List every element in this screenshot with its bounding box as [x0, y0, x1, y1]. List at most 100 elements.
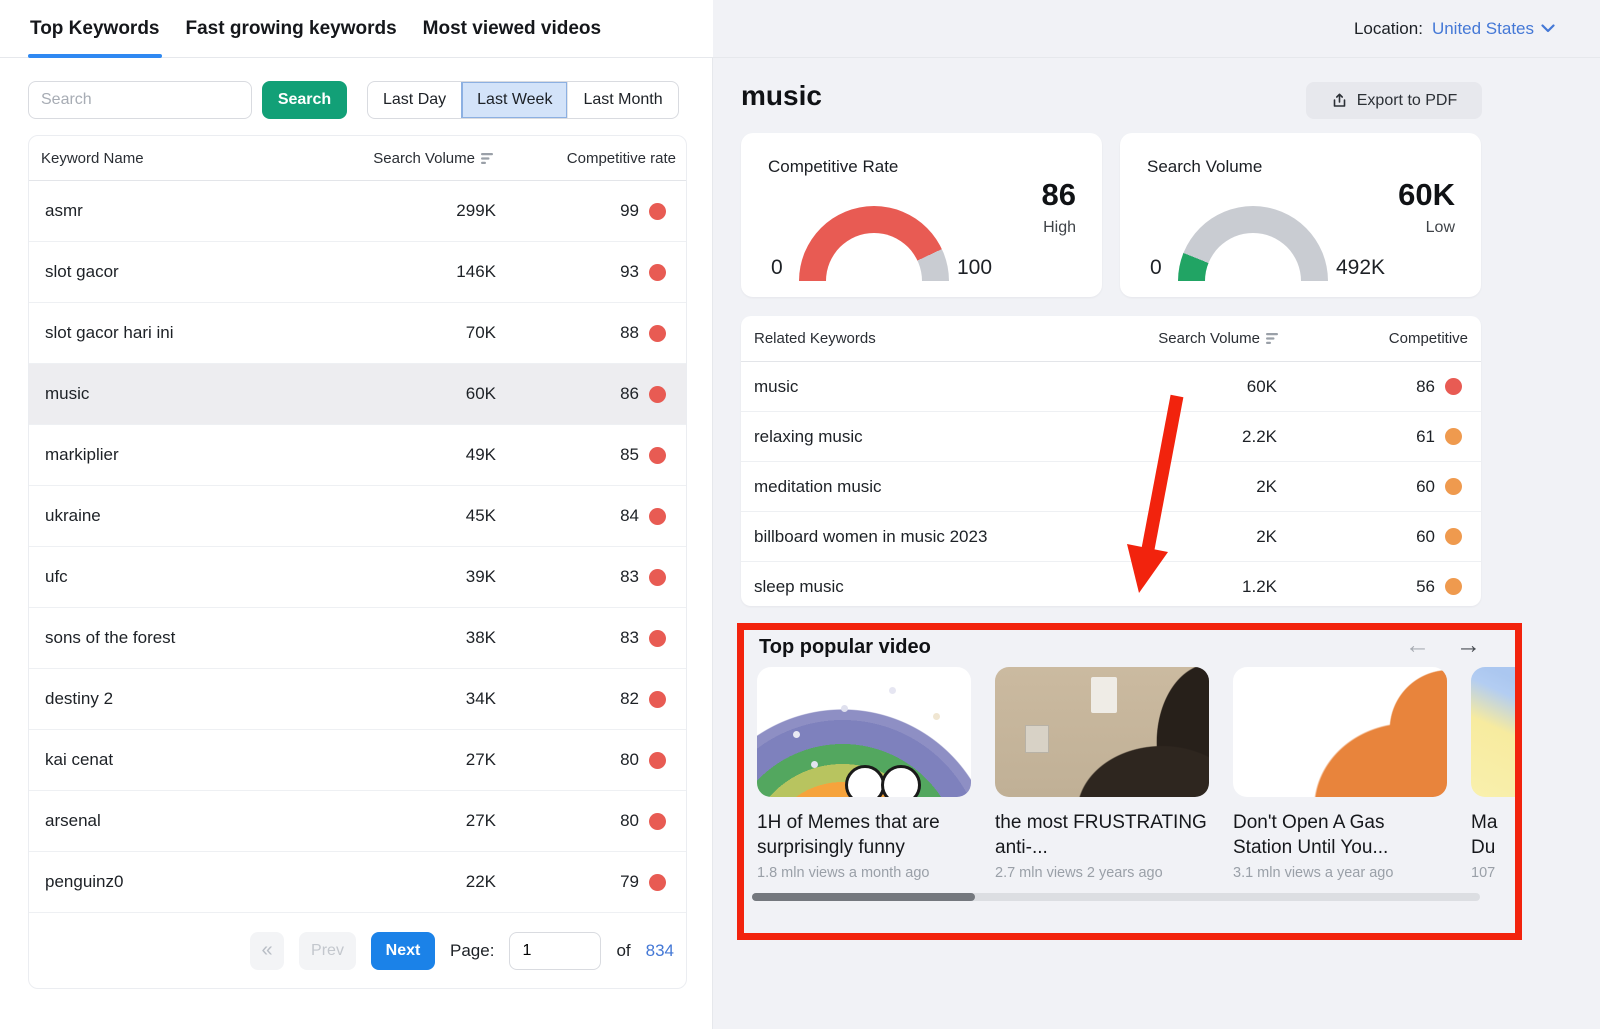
rate-dot	[1445, 478, 1462, 495]
table-row[interactable]: sons of the forest38K83	[29, 608, 686, 669]
video-card[interactable]: Ma Du 107	[1471, 667, 1515, 881]
table-row[interactable]: markiplier49K85	[29, 425, 686, 486]
header-related-volume[interactable]: Search Volume	[1111, 330, 1281, 347]
gauge-min-label: 0	[771, 256, 783, 280]
location-dropdown[interactable]: United States	[1432, 19, 1555, 39]
video-title: 1H of Memes that are surprisingly funny	[757, 810, 971, 860]
related-row[interactable]: meditation music2K60	[741, 462, 1481, 512]
cartoon-eye	[845, 765, 885, 797]
table-row[interactable]: ukraine45K84	[29, 486, 686, 547]
sort-desc-icon	[481, 152, 496, 165]
carousel-scrollbar[interactable]	[752, 893, 1480, 901]
double-chevron-left-icon: «	[261, 939, 272, 962]
header-related-competitive: Competitive	[1281, 330, 1481, 347]
rate-dot	[649, 630, 666, 647]
related-rate: 60	[1416, 527, 1435, 547]
video-card[interactable]: Don't Open A Gas Station Until You... 3.…	[1233, 667, 1447, 881]
keyword-rate: 88	[620, 323, 639, 343]
rate-dot	[649, 813, 666, 830]
table-row[interactable]: kai cenat27K80	[29, 730, 686, 791]
video-card[interactable]: 1H of Memes that are surprisingly funny …	[757, 667, 971, 881]
time-range-toggle: Last Day Last Week Last Month	[367, 81, 679, 119]
chevron-down-icon	[1541, 24, 1555, 33]
gauge-level: High	[1043, 219, 1076, 237]
keyword-volume: 22K	[336, 872, 496, 892]
keyword-rate: 83	[620, 567, 639, 587]
video-section-title: Top popular video	[759, 636, 931, 659]
filter-last-day[interactable]: Last Day	[368, 82, 461, 118]
pagination-next-button[interactable]: Next	[371, 932, 435, 970]
carousel-next-arrow-icon[interactable]: →	[1456, 631, 1481, 660]
keyword-rate: 99	[620, 201, 639, 221]
video-card[interactable]: the most FRUSTRATING anti-... 2.7 mln vi…	[995, 667, 1209, 881]
search-input[interactable]	[28, 81, 252, 119]
location-label: Location:	[1354, 19, 1423, 39]
gauge-min-label: 0	[1150, 256, 1162, 280]
header-keyword-name: Keyword Name	[29, 150, 336, 167]
keyword-volume: 146K	[336, 262, 496, 282]
keyword-rate: 83	[620, 628, 639, 648]
table-row[interactable]: ufc39K83	[29, 547, 686, 608]
total-pages-link[interactable]: 834	[646, 941, 674, 961]
tab-most-viewed-videos[interactable]: Most viewed videos	[423, 0, 601, 58]
keyword-rate: 80	[620, 811, 639, 831]
keyword-name: penguinz0	[29, 872, 336, 892]
header-search-volume[interactable]: Search Volume	[336, 150, 496, 167]
table-row[interactable]: slot gacor146K93	[29, 242, 686, 303]
table-row[interactable]: destiny 234K82	[29, 669, 686, 730]
rate-dot	[649, 447, 666, 464]
keyword-volume: 70K	[336, 323, 496, 343]
keyword-rate: 86	[620, 384, 639, 404]
keyword-rate: 93	[620, 262, 639, 282]
cartoon-eye	[881, 765, 921, 797]
pagination: « Prev Next Page: of 834	[29, 913, 686, 988]
table-row[interactable]: asmr299K99	[29, 181, 686, 242]
related-volume: 2K	[1111, 527, 1281, 547]
keyword-rate: 79	[620, 872, 639, 892]
pagination-first-button[interactable]: «	[250, 932, 284, 970]
carousel-prev-arrow-icon[interactable]: ←	[1405, 631, 1430, 660]
page-number-input[interactable]	[509, 932, 601, 970]
keyword-name: slot gacor hari ini	[29, 323, 336, 343]
related-row[interactable]: relaxing music2.2K61	[741, 412, 1481, 462]
gauge-max-label: 492K	[1336, 256, 1385, 280]
keyword-name: markiplier	[29, 445, 336, 465]
keyword-rate: 80	[620, 750, 639, 770]
rate-dot	[649, 508, 666, 525]
top-popular-video-section: Top popular video ← → 1H of Memes that a…	[744, 630, 1515, 933]
video-title: Ma Du	[1471, 810, 1515, 860]
search-button[interactable]: Search	[262, 81, 347, 119]
keyword-name: destiny 2	[29, 689, 336, 709]
pagination-prev-button[interactable]: Prev	[299, 932, 356, 970]
keyword-name: music	[29, 384, 336, 404]
related-row[interactable]: sleep music1.2K56	[741, 562, 1481, 611]
sort-desc-icon	[1266, 332, 1281, 345]
table-row-selected[interactable]: music60K86	[29, 364, 686, 425]
page-label: Page:	[450, 941, 494, 961]
header-search-volume-label: Search Volume	[373, 150, 475, 167]
filter-last-week[interactable]: Last Week	[461, 82, 567, 118]
search-volume-card: Search Volume 0 492K 60K Low	[1120, 133, 1481, 297]
tab-fast-growing-keywords[interactable]: Fast growing keywords	[186, 0, 397, 58]
related-row[interactable]: billboard women in music 20232K60	[741, 512, 1481, 562]
filter-last-month[interactable]: Last Month	[567, 82, 677, 118]
related-row[interactable]: music60K86	[741, 362, 1481, 412]
related-name: relaxing music	[741, 427, 1111, 447]
gauge-max-label: 100	[957, 256, 992, 280]
table-row[interactable]: slot gacor hari ini70K 88	[29, 303, 686, 364]
carousel-scrollbar-thumb[interactable]	[752, 893, 975, 901]
keyword-name: arsenal	[29, 811, 336, 831]
video-thumbnail	[995, 667, 1209, 797]
tab-top-keywords[interactable]: Top Keywords	[30, 0, 160, 58]
keyword-rate: 82	[620, 689, 639, 709]
export-to-pdf-button[interactable]: Export to PDF	[1306, 82, 1482, 119]
rate-dot	[649, 569, 666, 586]
rate-dot	[1445, 528, 1462, 545]
table-row[interactable]: arsenal27K80	[29, 791, 686, 852]
table-row[interactable]: penguinz022K 79	[29, 852, 686, 913]
rate-dot	[1445, 578, 1462, 595]
video-card-list: 1H of Memes that are surprisingly funny …	[757, 667, 1515, 881]
keyword-rate: 84	[620, 506, 639, 526]
gauge-title: Competitive Rate	[768, 157, 898, 177]
related-rate: 56	[1416, 577, 1435, 597]
